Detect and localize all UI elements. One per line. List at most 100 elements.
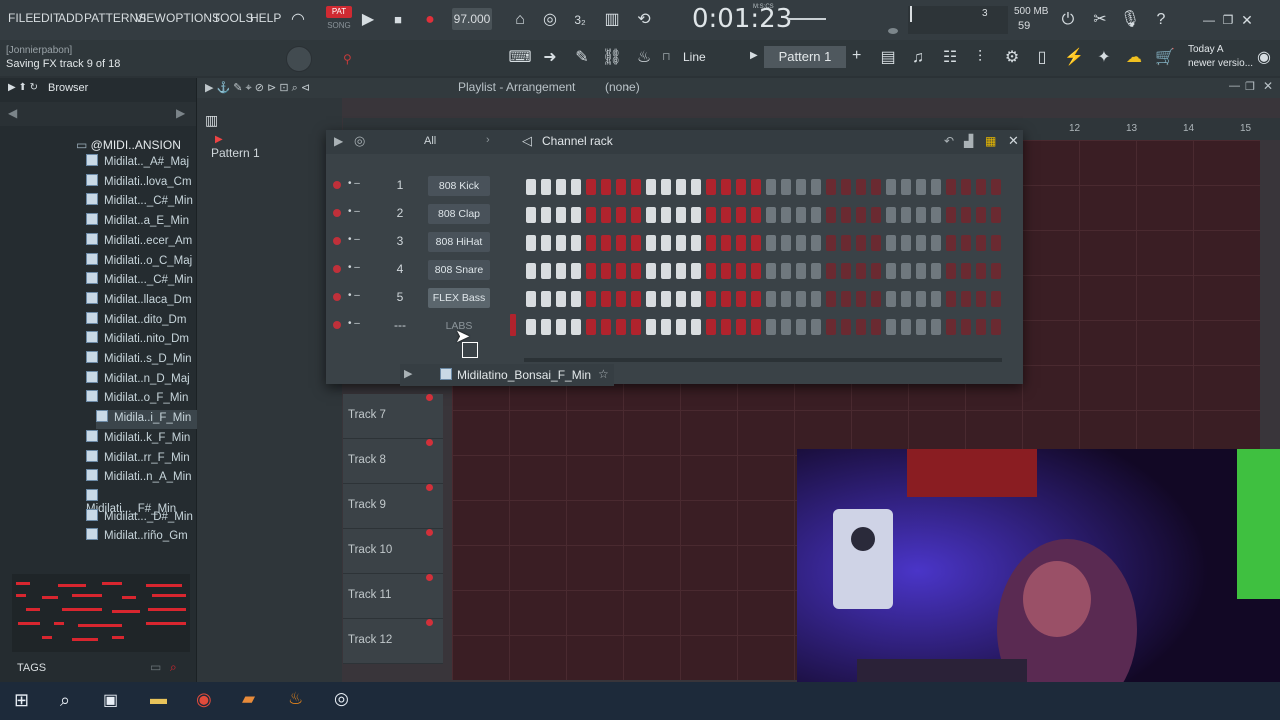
browser-file-item[interactable]: Midilat..riño_Gm [86,528,194,547]
step-button[interactable] [931,263,941,279]
step-button[interactable] [826,235,836,251]
step-button[interactable] [871,291,881,307]
step-button[interactable] [751,179,761,195]
app-icon[interactable]: ▰ [242,689,255,709]
channel-mute-led[interactable] [333,265,341,273]
step-button[interactable] [556,319,566,335]
step-button[interactable] [871,179,881,195]
channel-mixer-track[interactable]: 1 [392,178,408,192]
step-button[interactable] [826,319,836,335]
obs-icon[interactable]: ◎ [334,689,349,709]
add-pattern-icon[interactable]: + [852,47,861,65]
tag-search-icon[interactable]: ⌕ [170,660,177,675]
step-button[interactable] [901,207,911,223]
step-button[interactable] [856,291,866,307]
browser-file-item[interactable]: Midilati..s_D_Min [86,351,194,370]
step-button[interactable] [916,207,926,223]
track-header[interactable]: Track 9 [343,484,443,529]
rack-close-icon[interactable]: ✕ [1008,133,1019,149]
channel-mixer-track[interactable]: 3 [392,234,408,248]
step-button[interactable] [721,179,731,195]
step-button[interactable] [676,207,686,223]
stamp-icon[interactable]: ♨ [632,46,656,70]
step-button[interactable] [961,263,971,279]
step-button[interactable] [526,235,536,251]
step-button[interactable] [721,263,731,279]
step-button[interactable] [526,179,536,195]
pin-icon[interactable]: ⚲ [343,52,352,66]
menu-options[interactable]: OPTIONS [166,11,220,25]
step-button[interactable] [751,319,761,335]
piano-icon[interactable]: ▥ [205,112,218,129]
step-button[interactable] [586,263,596,279]
step-button[interactable] [691,235,701,251]
step-button[interactable] [811,235,821,251]
master-pitch-icon[interactable]: ◠ [286,8,310,32]
track-header[interactable]: Track 8 [343,439,443,484]
step-button[interactable] [646,179,656,195]
record-icon[interactable]: ● [418,8,442,32]
step-button[interactable] [766,291,776,307]
step-button[interactable] [871,319,881,335]
step-button[interactable] [781,291,791,307]
favorite-star-icon[interactable]: ☆ [598,367,609,381]
magnet-icon[interactable]: ⊓ [662,50,671,63]
filter-arrow-icon[interactable]: › [486,134,490,146]
step-button[interactable] [976,263,986,279]
step-button[interactable] [961,179,971,195]
step-button[interactable] [721,235,731,251]
browser-file-item[interactable]: Midilati..nito_Dm [86,331,194,350]
main-volume-knob[interactable] [286,46,312,72]
step-button[interactable] [721,291,731,307]
tempo-display[interactable]: 97.000 [452,8,492,30]
close-icon[interactable]: ✕ [1235,8,1259,32]
tag-folder-icon[interactable]: ▭ [150,660,161,674]
step-button[interactable] [931,179,941,195]
plugin-icon[interactable]: ⚡ [1062,46,1086,70]
step-button[interactable] [736,263,746,279]
channel-pan-volume-knobs[interactable]: • – [348,318,360,329]
step-button[interactable] [931,235,941,251]
step-button[interactable] [916,263,926,279]
channel-mute-led[interactable] [333,181,341,189]
step-button[interactable] [556,207,566,223]
step-button[interactable] [931,319,941,335]
rack-filter[interactable]: All [424,135,436,147]
step-button[interactable] [556,179,566,195]
step-button[interactable] [841,319,851,335]
step-button[interactable] [646,207,656,223]
step-button[interactable] [841,235,851,251]
playlist-tools-icon[interactable]: ▶ ⚓ ✎ ⌖ ⊘ ⊳ ⊡ ⌕ ⊲ [205,81,310,95]
step-button[interactable] [616,291,626,307]
browser-file-item[interactable]: Midilat..rr_F_Min [86,449,194,469]
browser-file-item[interactable]: Midilati..o_C_Maj [86,252,194,272]
rack-undo-icon[interactable]: ↶ [944,134,954,148]
step-button[interactable] [811,291,821,307]
step-button[interactable] [886,207,896,223]
step-button[interactable] [736,319,746,335]
step-button[interactable] [781,319,791,335]
step-button[interactable] [541,179,551,195]
fl-studio-icon[interactable]: ♨ [288,689,303,709]
pat-mode-button[interactable]: PAT [326,6,352,18]
step-button[interactable] [691,291,701,307]
step-button[interactable] [751,207,761,223]
step-button[interactable] [856,263,866,279]
step-button[interactable] [751,235,761,251]
step-button[interactable] [691,263,701,279]
step-button[interactable] [646,263,656,279]
power-icon[interactable]: ⏻ [1056,8,1080,32]
step-button[interactable] [721,319,731,335]
menu-tools[interactable]: TOOLS [213,11,253,25]
step-button[interactable] [571,207,581,223]
brush-icon[interactable]: ✎ [570,46,594,70]
project-icon[interactable]: ▯ [1030,46,1054,70]
browser-folder[interactable]: ▭ @MIDI..ANSION [76,138,181,152]
link-icon[interactable]: ⛓ [600,46,624,70]
step-button[interactable] [886,291,896,307]
step-button[interactable] [706,319,716,335]
task-view-icon[interactable]: ▣ [103,690,118,710]
step-button[interactable] [826,291,836,307]
channel-mixer-track[interactable]: 5 [392,290,408,304]
plugin-picker-icon[interactable]: ⚙ [1000,46,1024,70]
